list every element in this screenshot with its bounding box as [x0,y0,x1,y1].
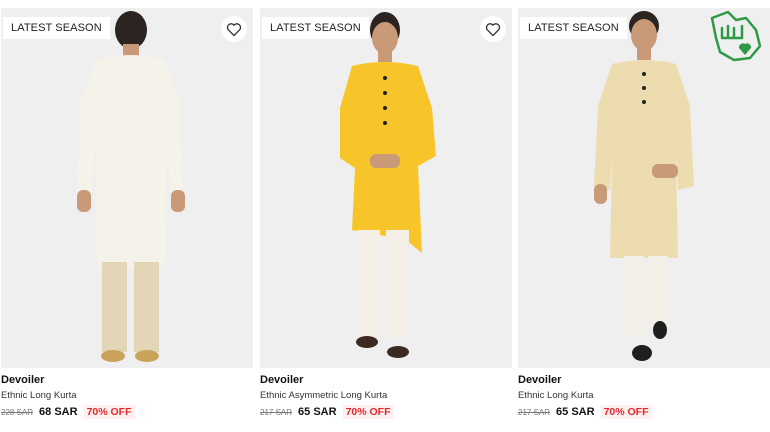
product-brand[interactable]: Devoiler [260,374,303,386]
latest-season-badge: LATEST SEASON [520,17,627,39]
discount-label: 70% OFF [600,405,652,419]
product-image[interactable]: LATEST SEASON [260,8,512,368]
product-image[interactable]: LATEST SEASON [1,8,253,368]
price-row: 217 SAR 65 SAR 70% OFF [518,404,652,420]
product-brand[interactable]: Devoiler [518,374,561,386]
discount-label: 70% OFF [83,405,135,419]
product-card[interactable]: LATEST SEASON Devoiler Ethnic Asymmetric… [260,8,512,432]
original-price: 217 SAR [518,407,551,417]
product-name[interactable]: Ethnic Long Kurta [1,390,77,401]
sale-price: 65 SAR [298,406,337,418]
product-card[interactable]: LATEST SEASON Devoiler Ethnic Long Kurta… [1,8,253,432]
discount-label: 70% OFF [342,405,394,419]
original-price: 228 SAR [1,407,34,417]
product-brand[interactable]: Devoiler [1,374,44,386]
wishlist-button[interactable] [221,16,247,42]
latest-season-badge: LATEST SEASON [262,17,369,39]
product-card[interactable]: LATEST SEASON Devoiler Ethnic Long Kurta… [518,8,770,432]
product-name[interactable]: Ethnic Asymmetric Long Kurta [260,390,387,401]
latest-season-badge: LATEST SEASON [3,17,110,39]
heart-outline-icon [226,22,242,36]
price-row: 228 SAR 68 SAR 70% OFF [1,404,135,420]
sale-price: 68 SAR [39,406,78,418]
model-photo [340,12,436,358]
original-price: 217 SAR [260,407,293,417]
wishlist-button[interactable] [480,16,506,42]
price-row: 217 SAR 65 SAR 70% OFF [260,404,394,420]
product-name[interactable]: Ethnic Long Kurta [518,390,594,401]
product-grid: LATEST SEASON Devoiler Ethnic Long Kurta… [0,8,770,432]
heart-outline-icon [485,22,501,36]
sale-price: 65 SAR [556,406,595,418]
saudi-map-logo [710,10,762,62]
kurta-shape [77,55,183,266]
model-photo [77,11,185,362]
